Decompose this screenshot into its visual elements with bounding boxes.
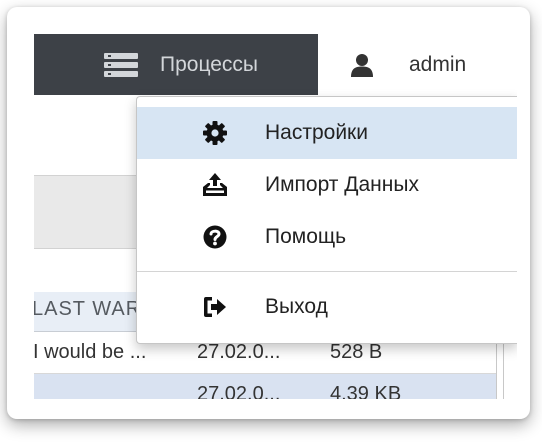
user-dropdown-menu: Настройки Импорт Данных Помощь Выход bbox=[136, 96, 517, 344]
nav-processes-label: Процессы bbox=[160, 52, 259, 76]
menu-item-help[interactable]: Помощь bbox=[137, 211, 517, 263]
row-size-cell: 4.39 KB bbox=[330, 383, 402, 399]
row-date-cell: 27.02.0... bbox=[197, 341, 281, 363]
user-menu-toggle[interactable]: admin bbox=[318, 34, 517, 95]
row-date-cell: 27.02.0... bbox=[197, 383, 281, 399]
sign-out-icon bbox=[204, 297, 226, 317]
menu-item-label: Настройки bbox=[265, 121, 368, 144]
menu-divider bbox=[137, 271, 517, 272]
menu-item-settings[interactable]: Настройки bbox=[137, 107, 517, 159]
app-window: Процессы admin LAST WAR I would be ... 2… bbox=[34, 34, 517, 399]
menu-item-label: Выход bbox=[265, 295, 328, 318]
server-icon bbox=[104, 52, 138, 77]
menu-item-label: Помощь bbox=[265, 225, 347, 248]
upload-tray-icon bbox=[203, 173, 227, 196]
user-icon bbox=[351, 53, 373, 77]
menu-item-logout[interactable]: Выход bbox=[137, 281, 517, 333]
gear-icon bbox=[203, 121, 227, 145]
menu-item-import-data[interactable]: Импорт Данных bbox=[137, 159, 517, 211]
nav-processes[interactable]: Процессы bbox=[92, 34, 318, 95]
screenshot-frame: Процессы admin LAST WAR I would be ... 2… bbox=[7, 7, 530, 419]
table-header-cell: LAST WAR bbox=[34, 298, 142, 320]
row-size-cell: 528 B bbox=[330, 341, 383, 363]
top-navbar: Процессы admin bbox=[34, 34, 517, 95]
user-name: admin bbox=[409, 52, 467, 76]
menu-item-label: Импорт Данных bbox=[265, 173, 419, 196]
question-circle-icon bbox=[203, 225, 227, 249]
row-name-cell: I would be ... bbox=[34, 341, 147, 363]
